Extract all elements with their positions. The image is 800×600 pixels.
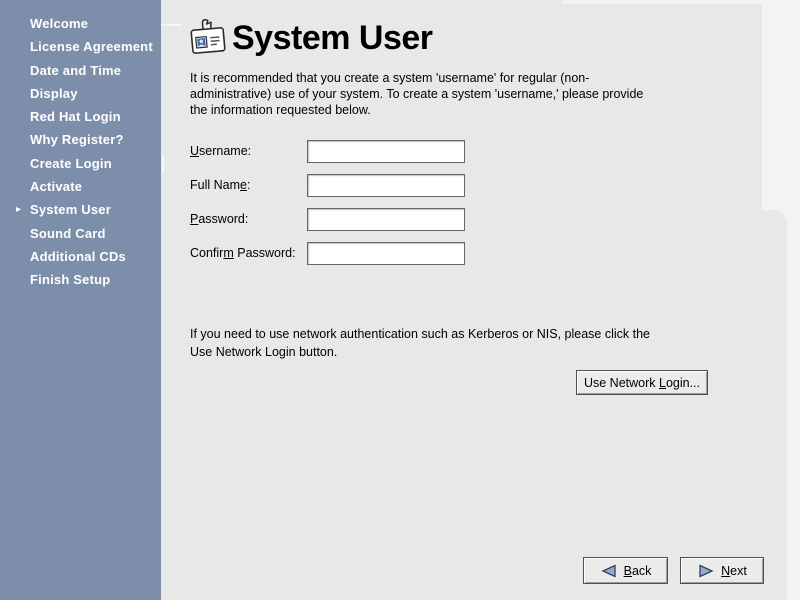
mnemonic: e [240,178,247,192]
sidebar-item-label: Date and Time [30,63,121,78]
current-step-arrow-icon: ▸ [16,198,21,221]
sidebar-item-label: System User [30,202,111,217]
back-button[interactable]: Back [583,557,668,584]
password-input[interactable] [307,208,465,231]
password-label: Password: [190,208,248,231]
id-badge-icon [188,16,228,63]
sidebar-item-display: Display [0,82,161,105]
network-note-line: Use Network Login button. [190,344,650,362]
intro-line: administrative) use of your system. To c… [190,86,643,102]
sidebar-item-additional-cds: Additional CDs [0,245,161,268]
mnemonic: N [721,564,730,578]
intro-text: It is recommended that you create a syst… [190,70,643,118]
next-arrow-icon [697,564,715,578]
mnemonic: U [190,144,199,158]
sidebar-item-label: Additional CDs [30,249,126,264]
full-name-input[interactable] [307,174,465,197]
network-auth-note: If you need to use network authenticatio… [190,326,650,361]
label-text: assword: [198,212,248,226]
sidebar-item-label: Why Register? [30,132,124,147]
sidebar-item-red-hat-login: Red Hat Login [0,105,161,128]
confirm-password-label: Confirm Password: [190,242,296,265]
page-title: System User [232,19,433,58]
sidebar-item-sound-card: Sound Card [0,222,161,245]
sidebar-item-label: Red Hat Login [30,109,121,124]
sidebar-item-why-register: Why Register? [0,128,161,151]
label-text: ogin... [666,376,700,390]
sidebar-item-finish-setup: Finish Setup [0,268,161,291]
sidebar-item-label: Create Login [30,156,112,171]
next-button[interactable]: Next [680,557,764,584]
network-note-line: If you need to use network authenticatio… [190,326,650,344]
sidebar-item-license-agreement: License Agreement [0,35,161,58]
label-text: Use Network [584,376,659,390]
button-label: Next [721,564,747,578]
use-network-login-button[interactable]: Use Network Login... [576,370,708,395]
sidebar-item-label: Finish Setup [30,272,110,287]
sidebar-connector-line [161,24,182,26]
firstboot-window: Welcome License Agreement Date and Time … [0,0,800,600]
sidebar-item-activate: Activate [0,175,161,198]
button-label: Use Network Login... [584,376,700,390]
intro-line: the information requested below. [190,102,643,118]
sidebar-handle-line [162,155,164,173]
content-panel-main [161,210,787,600]
sidebar-item-label: License Agreement [30,39,153,54]
label-text: Full Nam [190,178,240,192]
sidebar-item-label: Sound Card [30,226,106,241]
label-text: ext [730,564,747,578]
label-text: : [247,178,250,192]
mnemonic: L [659,376,666,390]
sidebar-item-welcome: Welcome [0,12,161,35]
sidebar-item-label: Display [30,86,78,101]
mnemonic: B [624,564,632,578]
label-text: Password: [234,246,296,260]
step-sidebar: Welcome License Agreement Date and Time … [0,0,161,600]
label-text: sername: [199,144,251,158]
label-text: Confir [190,246,223,260]
sidebar-item-label: Activate [30,179,82,194]
mnemonic: m [223,246,233,260]
username-label: Username: [190,140,251,163]
sidebar-item-label: Welcome [30,16,88,31]
confirm-password-input[interactable] [307,242,465,265]
back-arrow-icon [600,564,618,578]
intro-line: It is recommended that you create a syst… [190,70,643,86]
sidebar-item-system-user-current: ▸ System User [0,198,161,221]
button-label: Back [624,564,652,578]
top-edge-highlight [563,0,762,4]
label-text: ack [632,564,651,578]
content-area: System User It is recommended that you c… [161,0,800,600]
sidebar-item-create-login: Create Login [0,152,161,175]
sidebar-item-date-and-time: Date and Time [0,59,161,82]
full-name-label: Full Name: [190,174,250,197]
username-input[interactable] [307,140,465,163]
